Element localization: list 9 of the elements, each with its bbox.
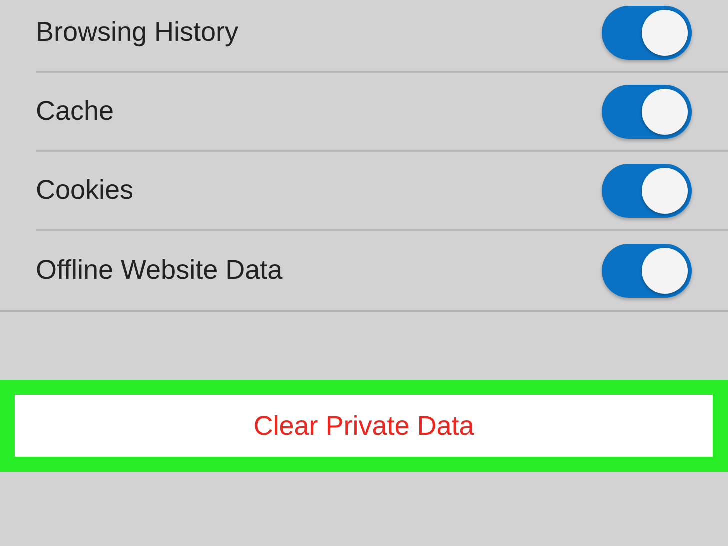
toggle-switch[interactable] xyxy=(602,84,692,138)
setting-label: Cache xyxy=(36,95,114,128)
toggle-switch[interactable] xyxy=(602,244,692,298)
setting-label: Cookies xyxy=(36,174,134,208)
setting-label: Offline Website Data xyxy=(36,254,283,288)
clear-private-data-button[interactable]: Clear Private Data xyxy=(15,395,713,457)
toggle-switch[interactable] xyxy=(602,6,692,60)
toggle-switch[interactable] xyxy=(602,164,692,218)
setting-label: Browsing History xyxy=(36,16,239,50)
